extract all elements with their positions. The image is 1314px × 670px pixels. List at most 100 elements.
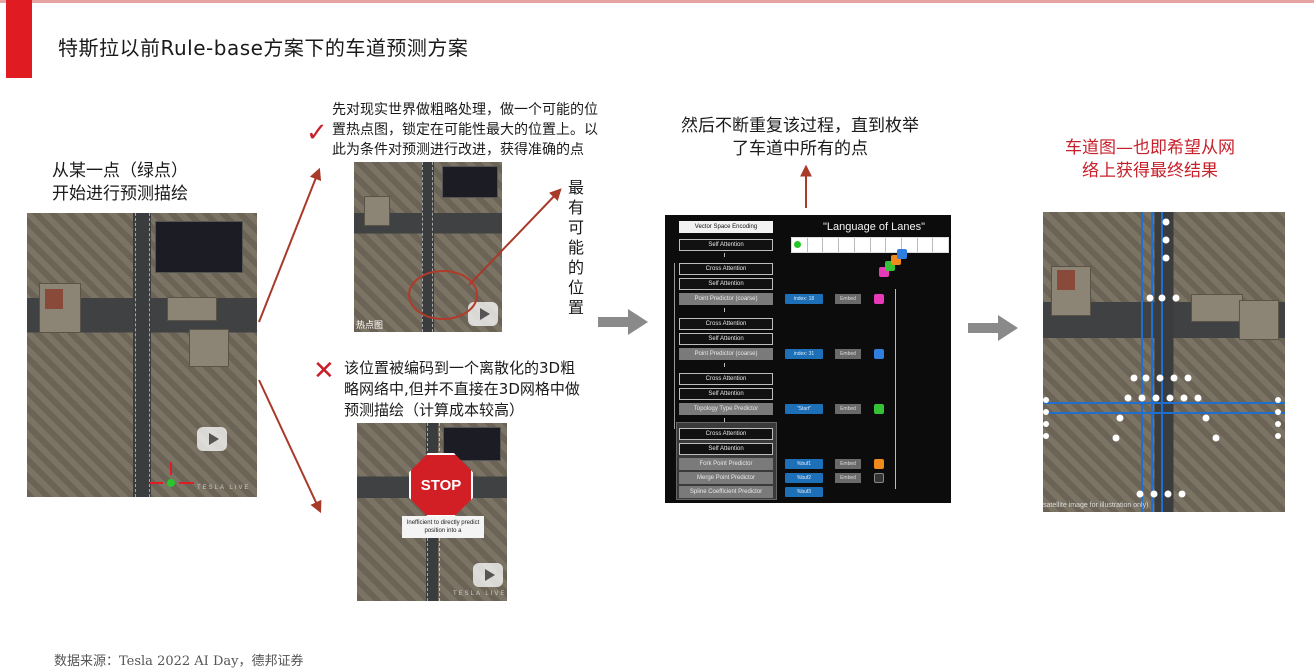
predicted-lane: [1141, 212, 1143, 512]
caption-rejected-line-2: 略网络中,但并不直接在3D网格中做: [344, 380, 580, 398]
box-cross-attention: Cross Attention: [679, 428, 773, 440]
flow-arrow-icon: [598, 309, 648, 335]
caption-heatmap: 先对现实世界做粗略处理，做一个可能的位 置热点图，锁定在可能性最大的位置上。以 …: [332, 100, 598, 160]
box-point-predictor: Point Predictor (coarse): [679, 293, 773, 305]
building-block: [1239, 300, 1279, 340]
box-cross-attention: Cross Attention: [679, 318, 773, 330]
caption-heatmap-line-2: 置热点图，锁定在可能性最大的位置上。以: [332, 122, 598, 138]
output-token: %buf1: [785, 459, 823, 469]
output-embed: Embed: [835, 404, 861, 414]
lane-line: [432, 162, 433, 332]
caption-rejected: 该位置被编码到一个离散化的3D粗 略网络中,但并不直接在3D网格中做 预测描绘（…: [344, 358, 580, 421]
output-token: index: 31: [785, 349, 823, 359]
heatmap-satellite-image: [354, 162, 502, 332]
predicted-lane: [1151, 212, 1153, 512]
flow-arrow: [724, 308, 725, 312]
output-embed: Embed: [835, 459, 861, 469]
token-strip: [791, 237, 949, 253]
caption-repeat-line-1: 然后不断重复该过程，直到枚举: [681, 116, 919, 136]
caption-result: 车道图—也即希望从网 络上获得最终结果: [1040, 137, 1260, 183]
flow-arrow: [724, 253, 725, 257]
title-accent-bar: [6, 0, 32, 78]
building-block: [1191, 294, 1243, 322]
play-icon[interactable]: [473, 563, 503, 587]
arrow-to-heatmap: [258, 167, 322, 323]
output-cube-icon: [874, 404, 884, 414]
play-icon[interactable]: [197, 427, 227, 451]
start-satellite-image: TESLA LIVE: [27, 213, 257, 497]
output-embed: Embed: [835, 294, 861, 304]
output-token: "Start": [785, 404, 823, 414]
output-token: %buf2: [785, 473, 823, 483]
caption-result-line-1: 车道图—也即希望从网: [1065, 138, 1235, 158]
box-fork-point-predictor: Fork Point Predictor: [679, 458, 773, 470]
video-inset: [442, 166, 498, 198]
stop-sign: STOP: [409, 453, 473, 517]
box-topology-type-predictor: Topology Type Predictor: [679, 403, 773, 415]
top-divider-line: [0, 0, 1314, 3]
caption-repeat: 然后不断重复该过程，直到枚举 了车道中所有的点: [660, 115, 940, 161]
flow-arrow: [724, 418, 725, 422]
heatmap-label: 热点图: [356, 321, 384, 331]
box-spline-coefficient-predictor: Spline Coefficient Predictor: [679, 486, 773, 498]
predicted-lane: [1161, 212, 1163, 512]
box-vector-space-encoding: Vector Space Encoding: [679, 221, 773, 233]
box-self-attention: Self Attention: [679, 333, 773, 345]
caption-repeat-line-2: 了车道中所有的点: [732, 139, 868, 159]
caption-heatmap-line-1: 先对现实世界做粗略处理，做一个可能的位: [332, 102, 598, 118]
building-block: [189, 329, 229, 367]
caption-result-line-2: 络上获得最终结果: [1082, 161, 1218, 181]
box-self-attention: Self Attention: [679, 443, 773, 455]
building-block: [167, 297, 217, 321]
lane-line: [422, 162, 423, 332]
predicted-lane: [1043, 402, 1285, 404]
caption-rejected-line-1: 该位置被编码到一个离散化的3D粗: [344, 359, 576, 377]
caption-most-likely: 最有可能的位置: [568, 178, 585, 317]
result-lane-graph-image: [1043, 212, 1285, 512]
box-self-attention: Self Attention: [679, 239, 773, 251]
predicted-lane: [1043, 412, 1285, 414]
box-cross-attention: Cross Attention: [679, 373, 773, 385]
caption-heatmap-line-3: 此为条件对预测进行改进，获得准确的点: [332, 142, 584, 158]
start-point-dot: [794, 241, 801, 248]
caption-start: 从某一点（绿点） 开始进行预测描绘: [52, 160, 188, 206]
play-icon[interactable]: [468, 302, 498, 326]
output-cube-icon: [874, 473, 884, 483]
stacked-cube-icon: [897, 249, 907, 259]
skip-connection-line: [674, 263, 675, 429]
building-block: [364, 196, 390, 226]
feedback-line: [895, 289, 896, 489]
page-title: 特斯拉以前Rule-base方案下的车道预测方案: [58, 36, 469, 60]
caption-start-line-1: 从某一点（绿点）: [52, 161, 188, 181]
box-point-predictor: Point Predictor (coarse): [679, 348, 773, 360]
output-cube-icon: [874, 294, 884, 304]
red-roof: [1057, 270, 1075, 290]
source-footer: 数据来源：Tesla 2022 AI Day，德邦证券: [54, 654, 304, 669]
lane-line: [149, 213, 150, 497]
output-cube-icon: [874, 349, 884, 359]
diagram-title: "Language of Lanes": [823, 221, 926, 233]
output-token: %buf3: [785, 487, 823, 497]
arrow-to-rejected: [258, 379, 322, 514]
tesla-live-mark: TESLA LIVE: [453, 591, 507, 597]
stop-note: Inefficient to directly predict position…: [402, 516, 484, 538]
output-embed: Embed: [835, 473, 861, 483]
language-of-lanes-diagram: "Language of Lanes" Vector Space Encodin…: [665, 215, 951, 503]
box-merge-point-predictor: Merge Point Predictor: [679, 472, 773, 484]
check-icon: ✓: [306, 118, 328, 148]
flow-arrow-icon: [968, 315, 1018, 341]
cross-icon: ✕: [313, 356, 335, 386]
satellite-note: satellite image for illustration only): [1043, 502, 1149, 509]
caption-rejected-line-3: 预测描绘（计算成本较高）: [344, 401, 525, 419]
box-cross-attention: Cross Attention: [679, 263, 773, 275]
caption-start-line-2: 开始进行预测描绘: [52, 184, 188, 204]
red-roof: [45, 289, 63, 309]
output-embed: Embed: [835, 349, 861, 359]
tesla-live-mark: TESLA LIVE: [197, 485, 251, 491]
box-self-attention: Self Attention: [679, 388, 773, 400]
box-self-attention: Self Attention: [679, 278, 773, 290]
output-cube-icon: [874, 459, 884, 469]
lane-line: [135, 213, 136, 497]
flow-arrow: [724, 363, 725, 367]
video-inset: [155, 221, 243, 273]
